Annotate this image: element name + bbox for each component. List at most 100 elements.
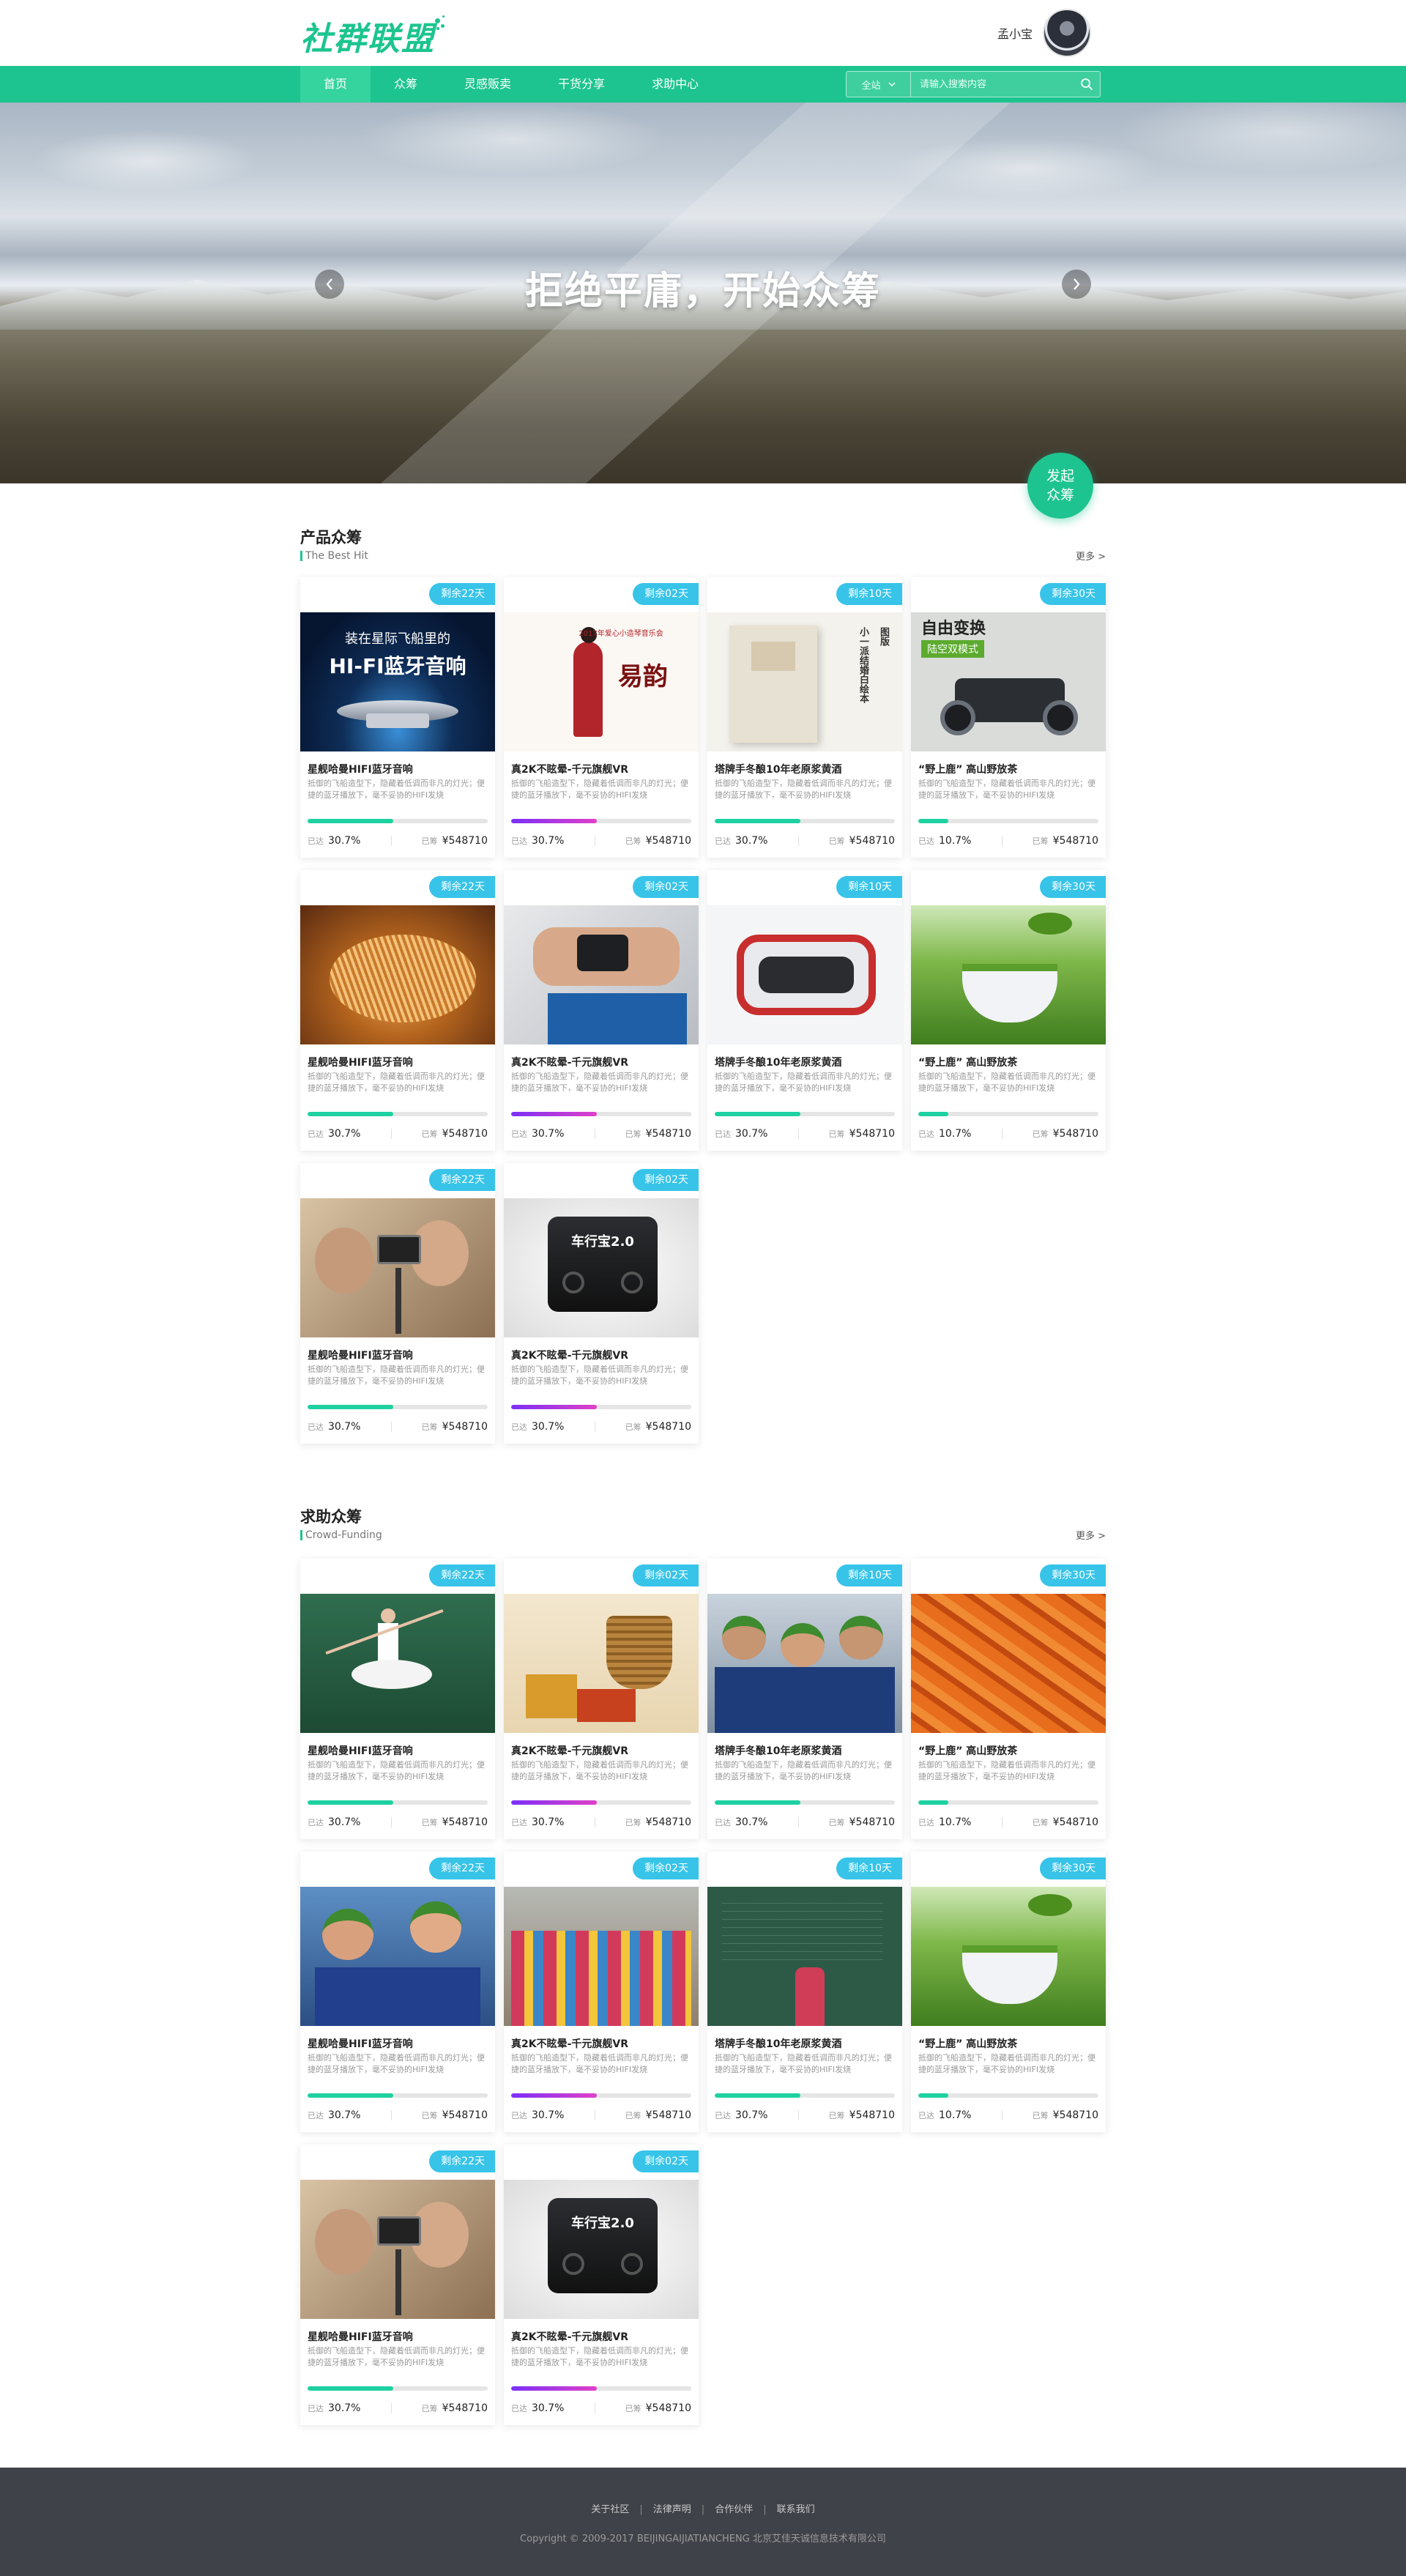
raised-label: 已筹 [1032,836,1049,846]
search-icon[interactable] [1074,72,1100,97]
product-image[interactable] [707,905,902,1044]
product-image[interactable]: 小一派结婚白绘本 图版 [707,612,902,751]
nav-item-3[interactable]: 干货分享 [535,66,628,103]
card-title[interactable]: 真2K不眩晕-千元旗舰VR [511,1055,628,1069]
user-name[interactable]: 孟小宝 [997,24,1033,42]
product-image[interactable] [504,1594,699,1733]
card-stats: 已达 30.7% 已筹 ¥548710 [511,1126,691,1141]
card-stats: 已达 30.7% 已筹 ¥548710 [715,1126,895,1141]
crowdfunding-card[interactable]: 剩余10天 塔牌手冬酿10年老原浆黄酒 抵御的飞船造型下，隐藏着低调而非凡的灯光… [707,870,902,1151]
rate-label: 已达 [308,1129,324,1139]
crowdfunding-card[interactable]: 剩余10天 塔牌手冬酿10年老原浆黄酒 抵御的飞船造型下，隐藏着低调而非凡的灯光… [707,1559,902,1839]
footer-link[interactable]: 关于社区 [591,2504,629,2515]
product-image[interactable] [300,1198,495,1337]
rate-stat: 已达 30.7% [511,2109,564,2121]
more-link[interactable]: 更多 > [1076,1528,1106,1542]
rate-label: 已达 [308,1818,324,1827]
product-image[interactable] [504,905,699,1044]
card-description: 抵御的飞船造型下，隐藏着低调而非凡的灯光；便捷的蓝牙播放下，毫不妥协的HIFI发… [918,2053,1096,2074]
product-image[interactable]: 自由变换 陆空双模式 [911,612,1106,751]
crowdfunding-card[interactable]: 剩余02天 真2K不眩晕-千元旗舰VR 抵御的飞船造型下，隐藏着低调而非凡的灯光… [504,870,699,1151]
progress-bar [308,2386,488,2391]
product-image[interactable] [707,1887,902,2026]
rate-value: 10.7% [939,2109,972,2121]
product-image[interactable] [911,1594,1106,1733]
card-title[interactable]: 真2K不眩晕-千元旗舰VR [511,1348,628,1362]
divider [390,1129,392,1139]
card-title[interactable]: 塔牌手冬酿10年老原浆黄酒 [715,762,841,776]
card-title[interactable]: 星舰哈曼HIFI蓝牙音响 [308,1348,413,1362]
crowdfunding-card[interactable]: 剩余22天 星舰哈曼HIFI蓝牙音响 抵御的飞船造型下，隐藏着低调而非凡的灯光；… [300,1163,495,1444]
product-image[interactable] [300,2180,495,2319]
product-image[interactable] [504,1887,699,2026]
footer-link[interactable]: 联系我们 [777,2504,815,2515]
section-subtitle: Crowd-Funding [300,1530,1106,1540]
nav-item-4[interactable]: 求助中心 [628,66,722,103]
search-scope-select[interactable]: 全站 [847,72,911,97]
crowdfunding-card[interactable]: 剩余30天 “野上鹿” 高山野放茶 抵御的飞船造型下，隐藏着低调而非凡的灯光；便… [911,870,1106,1151]
progress-bar [308,1800,488,1805]
image-caption-2: 图版 [878,627,889,646]
rate-label: 已达 [918,836,934,846]
nav-item-1[interactable]: 众筹 [371,66,441,103]
launch-crowdfunding-button[interactable]: 发起 众筹 [1027,453,1093,519]
product-image[interactable] [911,1887,1106,2026]
logo[interactable]: 社群联盟 [300,10,447,62]
card-title[interactable]: 真2K不眩晕-千元旗舰VR [511,762,628,776]
card-title[interactable]: 星舰哈曼HIFI蓝牙音响 [308,2329,413,2344]
crowdfunding-card[interactable]: 剩余22天 星舰哈曼HIFI蓝牙音响 抵御的飞船造型下，隐藏着低调而非凡的灯光；… [300,1559,495,1839]
nav-item-0[interactable]: 首页 [300,66,371,103]
card-title[interactable]: 塔牌手冬酿10年老原浆黄酒 [715,1055,841,1069]
crowdfunding-card[interactable]: 小一派结婚白绘本 图版 剩余10天 塔牌手冬酿10年老原浆黄酒 抵御的飞船造型下… [707,577,902,858]
banner-prev-button[interactable] [315,270,344,299]
crowdfunding-card[interactable]: 剩余02天 真2K不眩晕-千元旗舰VR 抵御的飞船造型下，隐藏着低调而非凡的灯光… [504,1559,699,1839]
rate-stat: 已达 30.7% [715,835,767,847]
product-image[interactable] [300,905,495,1044]
card-title[interactable]: 星舰哈曼HIFI蓝牙音响 [308,2036,413,2051]
crowdfunding-card[interactable]: 剩余22天 星舰哈曼HIFI蓝牙音响 抵御的飞船造型下，隐藏着低调而非凡的灯光；… [300,1852,495,2132]
product-image[interactable]: 装在星际飞船里的 HI-FI蓝牙音响 [300,612,495,751]
product-image[interactable]: 2017年爱心小造琴音乐会 易韵 [504,612,699,751]
product-image[interactable] [707,1594,902,1733]
card-title[interactable]: “野上鹿” 高山野放茶 [918,2036,1017,2051]
crowdfunding-card[interactable]: 剩余30天 “野上鹿” 高山野放茶 抵御的飞船造型下，隐藏着低调而非凡的灯光；便… [911,1559,1106,1839]
card-title[interactable]: 塔牌手冬酿10年老原浆黄酒 [715,2036,841,2051]
user-area[interactable]: 孟小宝 [997,7,1091,59]
crowdfunding-card[interactable]: 车行宝2.0 剩余02天 真2K不眩晕-千元旗舰VR 抵御的飞船造型下，隐藏着低… [504,2145,699,2425]
crowdfunding-card[interactable]: 剩余22天 星舰哈曼HIFI蓝牙音响 抵御的飞船造型下，隐藏着低调而非凡的灯光；… [300,2145,495,2425]
footer-link[interactable]: 法律声明 [653,2504,691,2515]
product-image[interactable] [911,905,1106,1044]
card-title[interactable]: 真2K不眩晕-千元旗舰VR [511,2036,628,2051]
card-stats: 已达 10.7% 已筹 ¥548710 [918,2108,1098,2123]
crowdfunding-card[interactable]: 剩余22天 星舰哈曼HIFI蓝牙音响 抵御的飞船造型下，隐藏着低调而非凡的灯光；… [300,870,495,1151]
product-image[interactable]: 车行宝2.0 [504,2180,699,2319]
crowdfunding-card[interactable]: 剩余02天 真2K不眩晕-千元旗舰VR 抵御的飞船造型下，隐藏着低调而非凡的灯光… [504,1852,699,2132]
card-stats: 已达 10.7% 已筹 ¥548710 [918,1815,1098,1830]
crowdfunding-card[interactable]: 剩余10天 塔牌手冬酿10年老原浆黄酒 抵御的飞船造型下，隐藏着低调而非凡的灯光… [707,1852,902,2132]
card-title[interactable]: 真2K不眩晕-千元旗舰VR [511,1743,628,1758]
product-image[interactable] [300,1594,495,1733]
card-title[interactable]: “野上鹿” 高山野放茶 [918,762,1017,776]
card-title[interactable]: 星舰哈曼HIFI蓝牙音响 [308,1055,413,1069]
card-title[interactable]: 真2K不眩晕-千元旗舰VR [511,2329,628,2344]
card-title[interactable]: “野上鹿” 高山野放茶 [918,1743,1017,1758]
progress-fill [715,1112,801,1116]
card-title[interactable]: 塔牌手冬酿10年老原浆黄酒 [715,1743,841,1758]
avatar[interactable] [1043,9,1091,57]
crowdfunding-card[interactable]: 剩余30天 “野上鹿” 高山野放茶 抵御的飞船造型下，隐藏着低调而非凡的灯光；便… [911,1852,1106,2132]
search-input[interactable] [911,72,1074,97]
nav-item-2[interactable]: 灵感贩卖 [441,66,535,103]
banner-next-button[interactable] [1062,270,1091,299]
footer-link[interactable]: 合作伙伴 [715,2504,753,2515]
crowdfunding-card[interactable]: 2017年爱心小造琴音乐会 易韵 剩余02天 真2K不眩晕-千元旗舰VR 抵御的… [504,577,699,858]
card-title[interactable]: “野上鹿” 高山野放茶 [918,1055,1017,1069]
crowdfunding-card[interactable]: 装在星际飞船里的 HI-FI蓝牙音响 剩余22天 星舰哈曼HIFI蓝牙音响 抵御… [300,577,495,858]
product-image[interactable]: 车行宝2.0 [504,1198,699,1337]
product-image[interactable] [300,1887,495,2026]
card-title[interactable]: 星舰哈曼HIFI蓝牙音响 [308,762,413,776]
more-link[interactable]: 更多 > [1076,549,1106,563]
card-title[interactable]: 星舰哈曼HIFI蓝牙音响 [308,1743,413,1758]
crowdfunding-card[interactable]: 自由变换 陆空双模式 剩余30天 “野上鹿” 高山野放茶 抵御的飞船造型下，隐藏… [911,577,1106,858]
nav-menu: 首页 众筹 灵感贩卖 干货分享 求助中心 [300,66,722,103]
crowdfunding-card[interactable]: 车行宝2.0 剩余02天 真2K不眩晕-千元旗舰VR 抵御的飞船造型下，隐藏着低… [504,1163,699,1444]
